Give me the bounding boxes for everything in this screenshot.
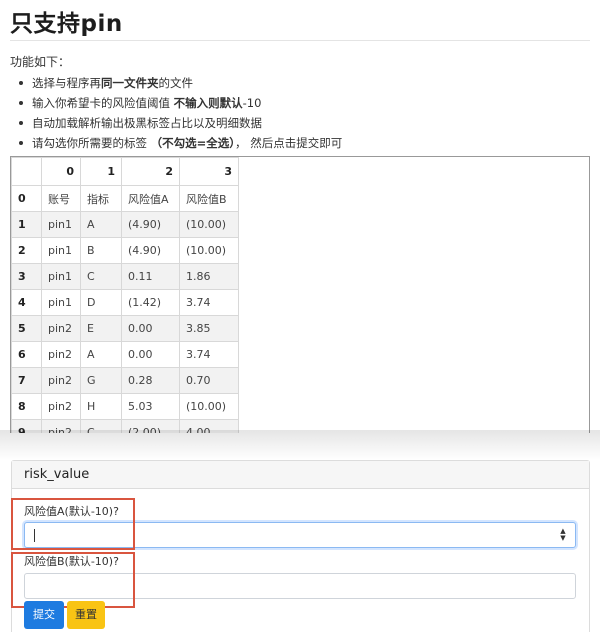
- table-cell: pin1: [41, 211, 81, 238]
- table-row: 1 pin1 A (4.90) (10.00): [11, 211, 239, 238]
- table-row: 6 pin2 A 0.00 3.74: [11, 341, 239, 368]
- highlight-box-b: [11, 552, 135, 608]
- table-cell: 0.28: [121, 367, 180, 394]
- column-header: 2: [121, 157, 180, 186]
- feature-bold: （不勾选=全选）: [150, 136, 236, 150]
- row-index: 4: [11, 289, 42, 316]
- feature-bold: 不输入则默认: [173, 96, 243, 110]
- feature-item: 请勾选你所需要的标签 （不勾选=全选）， 然后点击提交即可: [10, 133, 342, 153]
- table-cell: (10.00): [179, 211, 239, 238]
- table-cell: 3.74: [179, 289, 239, 316]
- table-cell: (4.90): [121, 211, 180, 238]
- table-cell: 5.03: [121, 393, 180, 420]
- data-table: 0 1 2 3 0 账号 指标 风险值A 风险值B 1 pin1 A (4.90) (10.00…: [11, 157, 239, 433]
- reset-button[interactable]: 重置: [67, 601, 105, 629]
- table-cell: pin2: [41, 341, 81, 368]
- table-cell: 3.74: [179, 341, 239, 368]
- feature-list: 选择与程序再同一文件夹的文件 输入你希望卡的风险值阈值 不输入则默认-10 自动…: [10, 73, 342, 153]
- table-cell: 1.86: [179, 263, 239, 290]
- table-cell: pin1: [41, 263, 81, 290]
- page-title: 只支持pin: [10, 11, 123, 37]
- feature-text: 请勾选你所需要的标签: [32, 136, 151, 150]
- feature-text: 选择与程序再: [32, 76, 101, 90]
- row-index: 3: [11, 263, 42, 290]
- table-cell: pin2: [41, 315, 81, 342]
- intro-text: 功能如下：: [10, 55, 71, 69]
- table-cell: (10.00): [179, 237, 239, 264]
- table-row: 3 pin1 C 0.11 1.86: [11, 263, 239, 290]
- table-cell: A: [80, 341, 122, 368]
- section-shadow: [0, 430, 600, 460]
- table-cell: (4.90): [121, 237, 180, 264]
- table-cell: 指标: [80, 185, 122, 212]
- table-cell: (1.42): [121, 289, 180, 316]
- feature-text: 自动加载解析输出极黑标签占比以及明细数据: [32, 116, 262, 130]
- submit-button[interactable]: 提交: [24, 601, 64, 629]
- table-cell: H: [80, 393, 122, 420]
- row-index: 2: [11, 237, 42, 264]
- feature-bold: 同一文件夹: [101, 76, 159, 90]
- table-header-row: 0 1 2 3: [11, 157, 239, 186]
- feature-text: 输入你希望卡的风险值阈值: [32, 96, 174, 110]
- row-index: 0: [11, 185, 42, 212]
- table-cell: B: [80, 237, 122, 264]
- table-row: 8 pin2 H 5.03 (10.00): [11, 393, 239, 420]
- row-index: 1: [11, 211, 42, 238]
- table-cell: 风险值B: [179, 185, 239, 212]
- panel-title: risk_value: [12, 461, 589, 489]
- table-cell: 风险值A: [121, 185, 180, 212]
- table-row: 2 pin1 B (4.90) (10.00): [11, 237, 239, 264]
- feature-item: 输入你希望卡的风险值阈值 不输入则默认-10: [10, 93, 342, 113]
- column-header: 0: [41, 157, 81, 186]
- title-divider: [10, 40, 590, 41]
- index-header: [11, 157, 42, 186]
- table-cell: 账号: [41, 185, 81, 212]
- row-index: 5: [11, 315, 42, 342]
- table-cell: pin1: [41, 237, 81, 264]
- table-cell: 3.85: [179, 315, 239, 342]
- table-cell: pin2: [41, 367, 81, 394]
- table-cell: 0.00: [121, 315, 180, 342]
- column-header: 3: [179, 157, 239, 186]
- spinner-down-icon[interactable]: ▼: [559, 535, 567, 542]
- table-cell: 0.70: [179, 367, 239, 394]
- row-index: 7: [11, 367, 42, 394]
- table-cell: pin1: [41, 289, 81, 316]
- feature-item: 选择与程序再同一文件夹的文件: [10, 73, 342, 93]
- row-index: 6: [11, 341, 42, 368]
- column-header: 1: [80, 157, 122, 186]
- table-row: 7 pin2 G 0.28 0.70: [11, 367, 239, 394]
- highlight-box-a: [11, 498, 135, 550]
- table-cell: pin2: [41, 393, 81, 420]
- table-row: 0 账号 指标 风险值A 风险值B: [11, 185, 239, 212]
- feature-text: ， 然后点击提交即可: [235, 136, 343, 150]
- row-index: 8: [11, 393, 42, 420]
- table-cell: E: [80, 315, 122, 342]
- table-cell: A: [80, 211, 122, 238]
- table-row: 5 pin2 E 0.00 3.85: [11, 315, 239, 342]
- number-spinner[interactable]: ▲ ▼: [559, 528, 567, 542]
- table-cell: (10.00): [179, 393, 239, 420]
- data-table-container[interactable]: 0 1 2 3 0 账号 指标 风险值A 风险值B 1 pin1 A (4.90) (10.00…: [10, 156, 590, 433]
- feature-text: 的文件: [158, 76, 194, 90]
- table-cell: 0.00: [121, 341, 180, 368]
- table-cell: C: [80, 263, 122, 290]
- table-cell: 0.11: [121, 263, 180, 290]
- table-cell: G: [80, 367, 122, 394]
- feature-item: 自动加载解析输出极黑标签占比以及明细数据: [10, 113, 342, 133]
- table-cell: D: [80, 289, 122, 316]
- table-row: 4 pin1 D (1.42) 3.74: [11, 289, 239, 316]
- feature-text: -10: [242, 96, 262, 110]
